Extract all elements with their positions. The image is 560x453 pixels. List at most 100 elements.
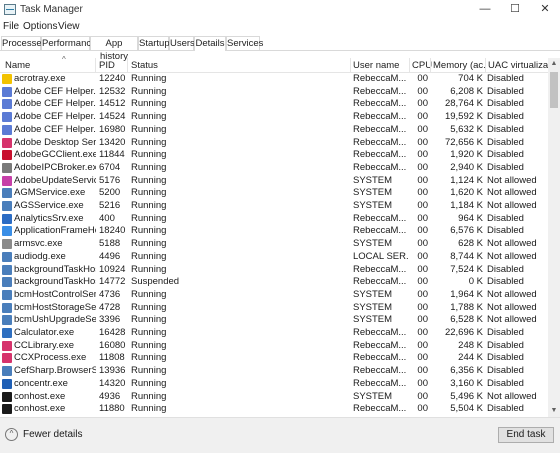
scrollbar-thumb[interactable] xyxy=(550,72,558,108)
process-memory: 1,788 K xyxy=(450,301,483,313)
scroll-down-icon[interactable]: ▼ xyxy=(548,405,560,417)
table-row[interactable]: acrotray.exe 12240 Running RebeccaM... 00 704… xyxy=(0,73,548,86)
tab-startup[interactable]: Startup xyxy=(138,36,170,50)
process-cpu: 00 xyxy=(417,238,428,250)
table-row[interactable]: AdobeGCClient.exe 11844 Running RebeccaM...… xyxy=(0,149,548,162)
table-row[interactable]: AGMService.exe 5200 Running SYSTEM 00 1,620 K… xyxy=(0,187,548,200)
process-status: Running xyxy=(131,314,167,326)
process-name: armsvc.exe xyxy=(14,238,63,250)
column-user-name[interactable]: User name xyxy=(353,60,399,71)
process-user: SYSTEM xyxy=(353,174,393,186)
tab-details[interactable]: Details xyxy=(194,36,226,51)
process-user: SYSTEM xyxy=(353,390,393,402)
process-cpu: 00 xyxy=(417,276,428,288)
table-row[interactable]: audiodg.exe 4496 Running LOCAL SER... 00 8,74… xyxy=(0,251,548,264)
process-pid: 14512 xyxy=(99,98,126,110)
process-memory: 6,528 K xyxy=(450,314,483,326)
table-row[interactable]: Adobe CEF Helper.exe14512 Running RebeccaM… xyxy=(0,98,548,111)
table-row[interactable]: AnalyticsSrv.exe 400 Running RebeccaM... 00 9… xyxy=(0,213,548,226)
column-separator[interactable] xyxy=(350,58,351,72)
process-cpu: 00 xyxy=(417,288,428,300)
process-pid: 11844 xyxy=(99,149,125,161)
tab-users[interactable]: Users xyxy=(169,36,195,50)
column-memory[interactable]: Memory (ac... xyxy=(433,60,485,71)
process-pid: 400 xyxy=(99,212,115,224)
table-row[interactable]: Adobe CEF Helper.exe16980 Running RebeccaM… xyxy=(0,124,548,137)
table-row[interactable]: AdobeUpdateService...5176 Running SYSTEM 00… xyxy=(0,175,548,188)
column-pid[interactable]: PID xyxy=(99,60,115,71)
column-name[interactable]: Name xyxy=(5,60,30,71)
process-uac: Not allowed xyxy=(487,301,537,313)
adobe-cef-icon xyxy=(2,112,12,123)
column-status[interactable]: Status xyxy=(131,60,158,71)
table-row[interactable]: bcmUshUpgradeServ...3396 Running SYSTEM 00 6… xyxy=(0,314,548,327)
collapse-icon[interactable]: ^ xyxy=(5,428,18,441)
table-row[interactable]: AGSService.exe 5216 Running SYSTEM 00 1,184 K… xyxy=(0,200,548,213)
table-row[interactable]: Adobe CEF Helper.exe12532 Running RebeccaM… xyxy=(0,86,548,99)
process-user: SYSTEM xyxy=(353,301,393,313)
table-row[interactable]: bcmHostControlServi...4736 Running SYSTEM 0… xyxy=(0,289,548,302)
process-pid: 3396 xyxy=(99,314,121,326)
process-status: Running xyxy=(131,327,167,338)
close-button[interactable]: ✕ xyxy=(530,0,560,20)
process-cpu: 00 xyxy=(417,314,428,326)
process-uac: Disabled xyxy=(487,85,524,97)
tab-processes[interactable]: Processes xyxy=(1,36,46,50)
table-row[interactable]: conhost.exe 11880 Running RebeccaM... 00 5,50… xyxy=(0,403,548,416)
column-separator[interactable] xyxy=(485,58,486,72)
table-row[interactable]: CCXProcess.exe 11808 Running RebeccaM... 00 2… xyxy=(0,352,548,365)
menu-options[interactable]: Options xyxy=(23,21,57,32)
process-pid: 13420 xyxy=(99,136,126,148)
process-status: Running xyxy=(131,288,167,300)
table-row[interactable]: CefSharp.BrowserSub...13936 Running Rebecc… xyxy=(0,365,548,378)
minimize-button[interactable]: — xyxy=(470,0,500,20)
process-status: Running xyxy=(131,339,167,351)
process-user: RebeccaM... xyxy=(353,149,407,161)
table-row[interactable]: ApplicationFrameHo...18240 Running Rebecca… xyxy=(0,225,548,238)
menu-file[interactable]: File xyxy=(3,21,19,32)
column-separator[interactable] xyxy=(409,58,410,72)
conhost-icon xyxy=(2,404,12,415)
process-uac: Disabled xyxy=(487,352,524,364)
process-pid: 4728 xyxy=(99,301,121,313)
window-title: Task Manager xyxy=(20,4,83,15)
end-task-button[interactable]: End task xyxy=(498,427,554,443)
tab-app-history[interactable]: App history xyxy=(90,36,138,62)
tab-services[interactable]: Services xyxy=(226,36,263,50)
process-pid: 5176 xyxy=(99,174,121,186)
table-row[interactable]: CCLibrary.exe 16080 Running RebeccaM... 00 24… xyxy=(0,340,548,353)
table-row[interactable]: armsvc.exe 5188 Running SYSTEM 00 628 K Not al… xyxy=(0,238,548,251)
table-row[interactable]: Adobe Desktop Servi...13420 Running Rebecc… xyxy=(0,137,548,150)
table-row[interactable]: bcmHostStorageServ...4728 Running SYSTEM 00… xyxy=(0,302,548,315)
process-user: RebeccaM... xyxy=(353,377,407,389)
table-row[interactable]: concentr.exe 14320 Running RebeccaM... 00 3,1… xyxy=(0,378,548,391)
column-separator[interactable] xyxy=(95,58,96,72)
scroll-up-icon[interactable]: ▲ xyxy=(548,58,560,70)
column-separator[interactable] xyxy=(127,58,128,72)
process-user: SYSTEM xyxy=(353,200,393,211)
menu-view[interactable]: View xyxy=(58,21,80,32)
fewer-details-link[interactable]: Fewer details xyxy=(23,429,82,440)
adobe-cef-icon xyxy=(2,86,12,97)
process-name: audiodg.exe xyxy=(14,250,66,262)
process-uac: Disabled xyxy=(487,123,524,135)
process-memory: 628 K xyxy=(458,238,483,250)
table-row[interactable]: conhost.exe 4936 Running SYSTEM 00 5,496 K Not… xyxy=(0,391,548,404)
process-name: conhost.exe xyxy=(14,390,66,402)
column-uac-virtualization[interactable]: UAC virtualizati... xyxy=(488,60,548,71)
process-pid: 12532 xyxy=(99,85,126,97)
tab-performance[interactable]: Performance xyxy=(41,36,96,50)
column-separator[interactable] xyxy=(430,58,431,72)
table-row[interactable]: AdobeIPCBroker.exe 6704 Running RebeccaM...… xyxy=(0,162,548,175)
process-cpu: 00 xyxy=(417,187,428,199)
concentr-icon xyxy=(2,378,12,389)
process-uac: Disabled xyxy=(487,377,524,389)
table-row[interactable]: Calculator.exe 16428 Running RebeccaM... 00 2… xyxy=(0,327,548,340)
service-icon xyxy=(2,366,12,377)
process-status: Running xyxy=(131,390,167,402)
vertical-scrollbar[interactable]: ▲ ▼ xyxy=(548,58,560,417)
table-row[interactable]: Adobe CEF Helper.exe14524 Running RebeccaM… xyxy=(0,111,548,124)
table-row[interactable]: backgroundTaskHost...10924 Running Rebecca… xyxy=(0,264,548,277)
maximize-button[interactable]: ☐ xyxy=(500,0,530,20)
table-row[interactable]: backgroundTaskHost...14772 Suspended Rebec… xyxy=(0,276,548,289)
